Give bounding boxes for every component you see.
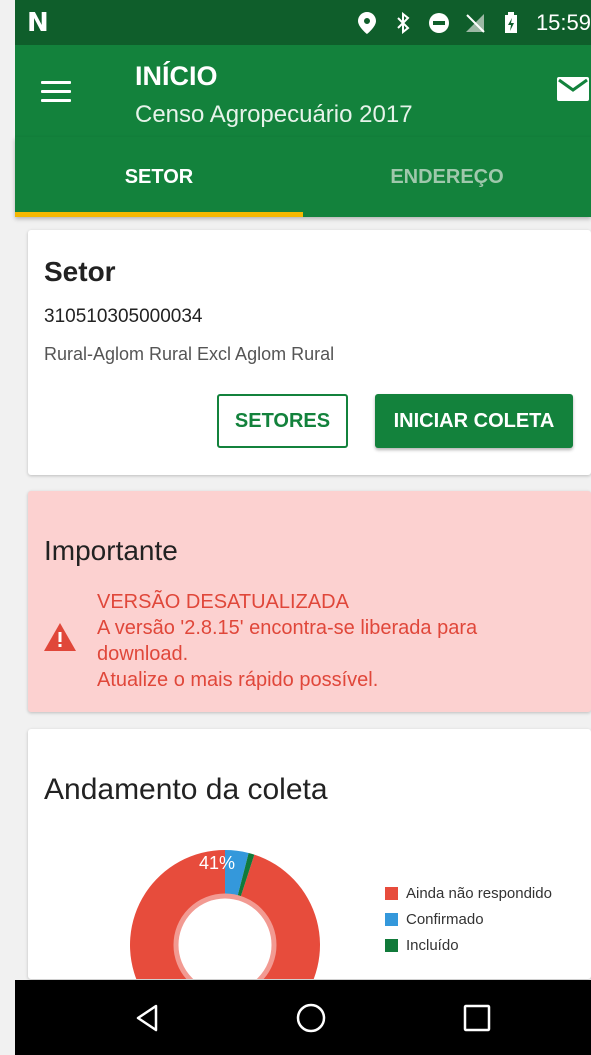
do-not-disturb-icon bbox=[428, 12, 450, 34]
legend-item: Confirmado bbox=[385, 906, 552, 932]
navigation-bar bbox=[15, 980, 591, 1055]
page-title: INÍCIO bbox=[135, 61, 218, 91]
setor-code: 310510305000034 bbox=[44, 306, 203, 327]
legend-swatch bbox=[385, 938, 398, 952]
andamento-card: Andamento da coleta 41% Ainda não respon… bbox=[28, 729, 591, 979]
clock: 15:59 bbox=[535, 10, 591, 35]
donut-annotation: 41% bbox=[199, 853, 235, 873]
warning-message: VERSÃO DESATUALIZADA A versão '2.8.15' e… bbox=[97, 589, 477, 693]
no-signal-icon bbox=[464, 12, 486, 34]
page-subtitle: Censo Agropecuário 2017 bbox=[135, 101, 413, 128]
legend-label: Incluído bbox=[406, 936, 459, 954]
andamento-title: Andamento da coleta bbox=[44, 773, 328, 806]
app-bar: INÍCIO Censo Agropecuário 2017 bbox=[15, 45, 591, 137]
tab-setor[interactable]: SETOR bbox=[15, 137, 303, 217]
warning-line-3: download. bbox=[97, 643, 189, 665]
setores-button[interactable]: SETORES bbox=[217, 394, 348, 448]
setor-title: Setor bbox=[44, 256, 116, 287]
chart-legend: Ainda não respondido Confirmado Incluído bbox=[385, 880, 552, 958]
important-card: Importante VERSÃO DESATUALIZADA A versão… bbox=[28, 491, 591, 712]
tab-indicator bbox=[15, 212, 303, 217]
menu-icon[interactable] bbox=[41, 81, 71, 105]
recents-icon[interactable] bbox=[461, 1002, 493, 1034]
setor-description: Rural-Aglom Rural Excl Aglom Rural bbox=[44, 344, 335, 364]
battery-icon bbox=[500, 12, 522, 34]
legend-label: Confirmado bbox=[406, 910, 484, 928]
bluetooth-icon bbox=[392, 12, 414, 34]
tab-bar: SETOR ENDEREÇO bbox=[15, 137, 591, 217]
legend-item: Incluído bbox=[385, 932, 552, 958]
status-bar: N 15:59 bbox=[15, 0, 591, 45]
important-title: Importante bbox=[44, 535, 178, 566]
warning-line-1: VERSÃO DESATUALIZADA bbox=[97, 591, 349, 613]
home-icon[interactable] bbox=[295, 1002, 327, 1034]
legend-swatch bbox=[385, 886, 398, 900]
location-icon bbox=[356, 12, 378, 34]
mail-icon[interactable] bbox=[557, 77, 589, 101]
progress-donut-chart: 41% bbox=[130, 850, 320, 979]
tab-endereco-label: ENDEREÇO bbox=[390, 166, 504, 188]
tab-setor-label: SETOR bbox=[124, 166, 194, 188]
iniciar-coleta-button[interactable]: INICIAR COLETA bbox=[375, 394, 573, 448]
legend-swatch bbox=[385, 912, 398, 926]
tab-endereco[interactable]: ENDEREÇO bbox=[303, 137, 591, 217]
warning-icon bbox=[44, 623, 76, 651]
legend-label: Ainda não respondido bbox=[406, 884, 552, 902]
legend-item: Ainda não respondido bbox=[385, 880, 552, 906]
warning-line-4: Atualize o mais rápido possível. bbox=[97, 669, 379, 691]
warning-line-2: A versão '2.8.15' encontra-se liberada p… bbox=[97, 617, 478, 639]
n-logo-icon: N bbox=[27, 8, 49, 38]
setor-card: Setor 310510305000034 Rural-Aglom Rural … bbox=[28, 230, 591, 475]
back-icon[interactable] bbox=[132, 1002, 164, 1034]
